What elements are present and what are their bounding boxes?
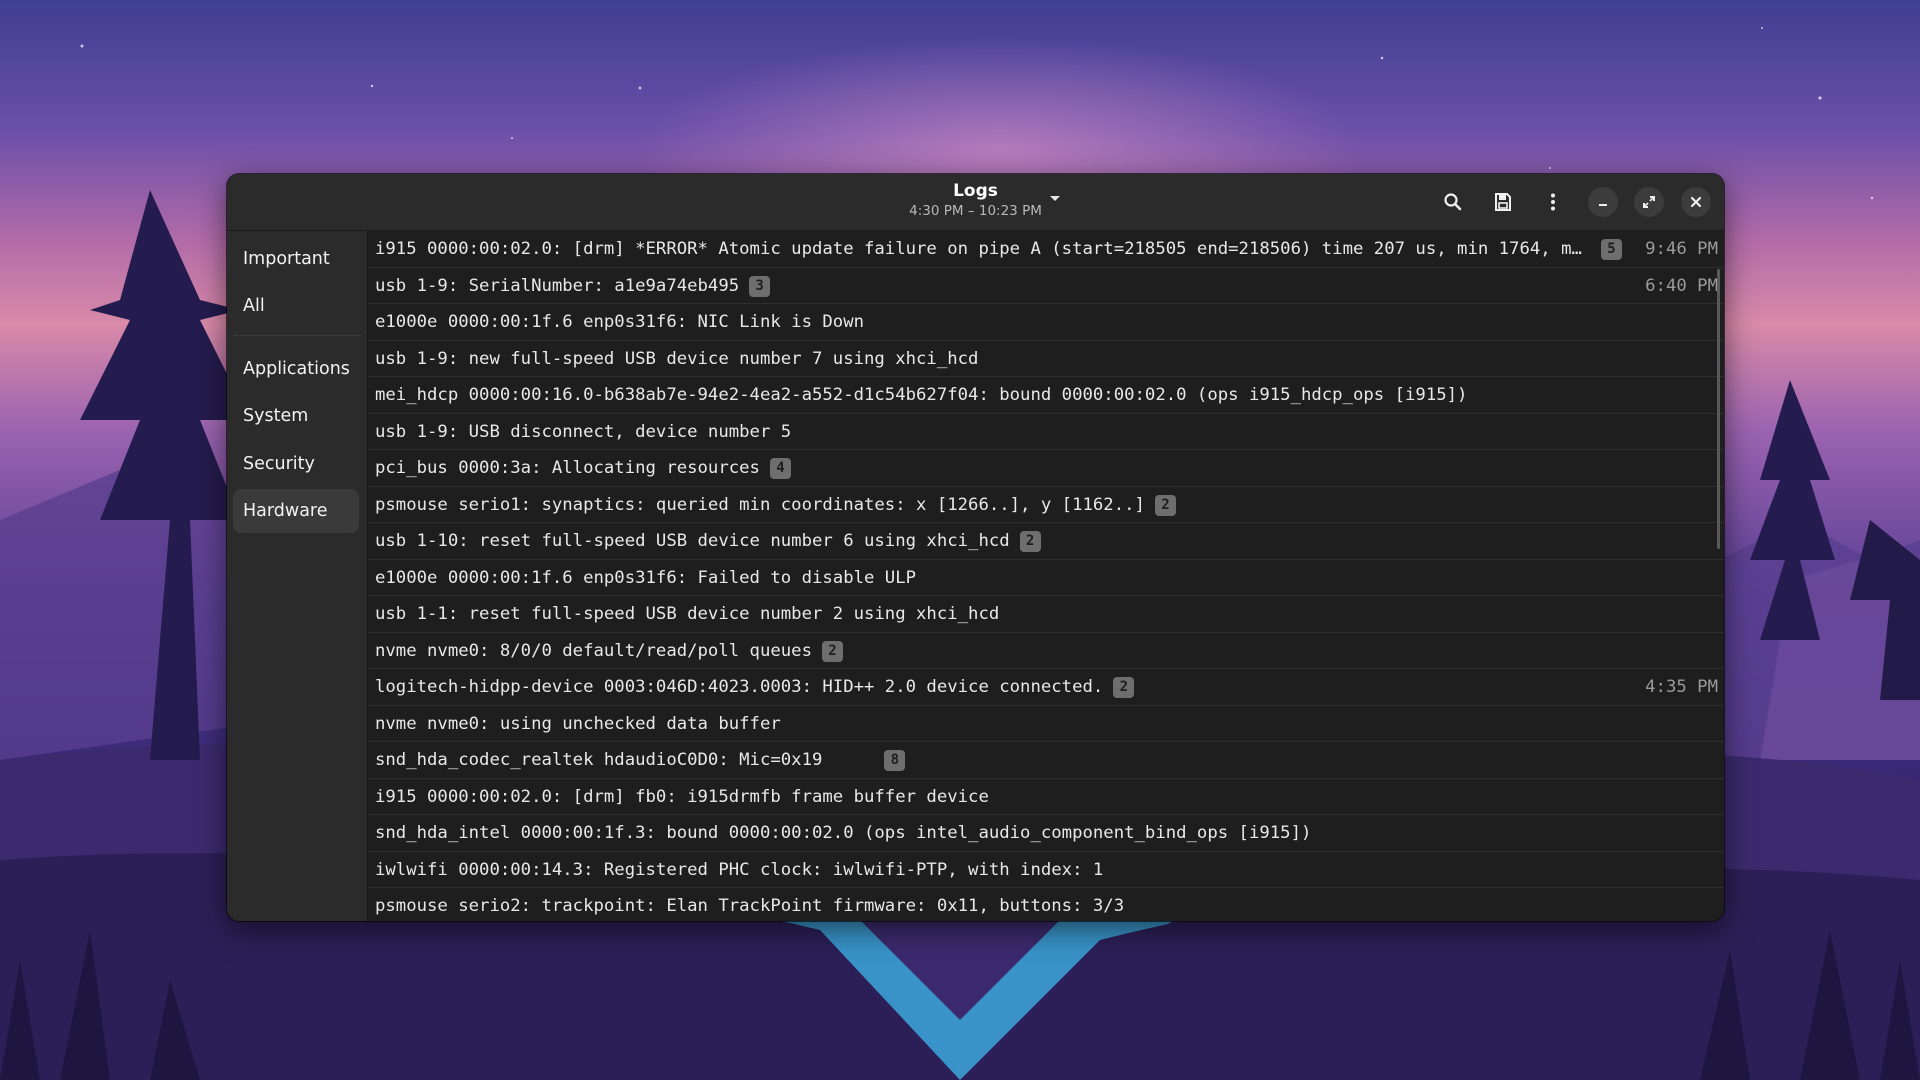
log-row[interactable]: nvme nvme0: using unchecked data buffer <box>368 706 1724 742</box>
minimize-icon[interactable] <box>1588 187 1618 217</box>
search-icon[interactable] <box>1438 187 1468 217</box>
log-message: psmouse serio1: synaptics: queried min c… <box>375 494 1145 515</box>
log-message: mei_hdcp 0000:00:16.0-b638ab7e-94e2-4ea2… <box>375 385 1468 405</box>
log-row[interactable]: snd_hda_codec_realtek hdaudioC0D0: Mic=0… <box>368 742 1724 779</box>
log-row[interactable]: psmouse serio1: synaptics: queried min c… <box>368 487 1724 523</box>
log-row[interactable]: pci_bus 0000:3a: Allocating resources 4 <box>368 450 1724 487</box>
log-message: usb 1-1: reset full-speed USB device num… <box>375 604 1000 624</box>
sidebar-item-important[interactable]: Important <box>233 237 359 281</box>
log-message: snd_hda_codec_realtek hdaudioC0D0: Mic=0… <box>375 750 823 770</box>
log-row[interactable]: nvme nvme0: 8/0/0 default/read/poll queu… <box>368 633 1724 669</box>
repeat-count-badge: 8 <box>884 750 906 771</box>
log-message: logitech-hidpp-device 0003:046D:4023.000… <box>375 677 1104 697</box>
log-message: i915 0000:00:02.0: [drm] fb0: i915drmfb … <box>375 786 989 807</box>
log-message: usb 1-9: SerialNumber: a1e9a74eb495 <box>375 275 740 296</box>
log-message: nvme nvme0: using unchecked data buffer <box>375 713 781 734</box>
log-message: snd_hda_intel 0000:00:1f.3: bound 0000:0… <box>375 823 1312 843</box>
logs-window: Logs 4:30 PM – 10:23 PM Important All Ap… <box>227 174 1724 921</box>
log-message: iwlwifi 0000:00:14.3: Registered PHC clo… <box>375 859 1104 880</box>
log-row[interactable]: e1000e 0000:00:1f.6 enp0s31f6: NIC Link … <box>368 304 1724 341</box>
repeat-count-badge: 2 <box>1019 531 1041 552</box>
save-icon[interactable] <box>1488 187 1518 217</box>
log-row[interactable]: usb 1-10: reset full-speed USB device nu… <box>368 523 1724 560</box>
sidebar-item-security[interactable]: Security <box>233 442 359 486</box>
sidebar-item-all[interactable]: All <box>233 284 359 328</box>
log-message: usb 1-9: new full-speed USB device numbe… <box>375 348 979 369</box>
chevron-down-icon[interactable] <box>1045 192 1065 212</box>
scrollbar[interactable] <box>1717 269 1720 549</box>
log-message: psmouse serio2: trackpoint: Elan TrackPo… <box>375 896 1125 916</box>
sidebar: Important All Applications System Securi… <box>227 231 367 921</box>
log-row[interactable]: i915 0000:00:02.0: [drm] fb0: i915drmfb … <box>368 779 1724 815</box>
log-row[interactable]: psmouse serio2: trackpoint: Elan TrackPo… <box>368 888 1724 921</box>
log-timestamp: 6:40 PM <box>1645 275 1718 296</box>
log-message: e1000e 0000:00:1f.6 enp0s31f6: NIC Link … <box>375 312 864 332</box>
log-message: pci_bus 0000:3a: Allocating resources <box>375 458 760 478</box>
log-timestamp: 4:35 PM <box>1645 677 1718 697</box>
log-row[interactable]: usb 1-1: reset full-speed USB device num… <box>368 596 1724 633</box>
sidebar-item-applications[interactable]: Applications <box>233 347 359 391</box>
repeat-count-badge: 2 <box>1113 677 1135 698</box>
log-message: i915 0000:00:02.0: [drm] *ERROR* Atomic … <box>375 239 1591 259</box>
log-row[interactable]: snd_hda_intel 0000:00:1f.3: bound 0000:0… <box>368 815 1724 852</box>
repeat-count-badge: 5 <box>1601 239 1622 260</box>
repeat-count-badge: 2 <box>1154 494 1176 516</box>
header-bar: Logs 4:30 PM – 10:23 PM <box>227 174 1724 231</box>
sidebar-separator <box>233 335 361 336</box>
log-list: i915 0000:00:02.0: [drm] *ERROR* Atomic … <box>368 231 1724 921</box>
maximize-icon[interactable] <box>1634 187 1664 217</box>
log-row[interactable]: i915 0000:00:02.0: [drm] *ERROR* Atomic … <box>368 231 1724 268</box>
log-row[interactable]: usb 1-9: new full-speed USB device numbe… <box>368 341 1724 377</box>
repeat-count-badge: 4 <box>769 458 791 479</box>
kebab-menu-icon[interactable] <box>1538 187 1568 217</box>
log-message: usb 1-10: reset full-speed USB device nu… <box>375 531 1010 551</box>
log-row[interactable]: usb 1-9: USB disconnect, device number 5 <box>368 414 1724 450</box>
log-message: e1000e 0000:00:1f.6 enp0s31f6: Failed to… <box>375 567 917 588</box>
log-row[interactable]: usb 1-9: SerialNumber: a1e9a74eb495 3 6:40… <box>368 268 1724 304</box>
sidebar-item-system[interactable]: System <box>233 394 359 438</box>
log-row[interactable]: e1000e 0000:00:1f.6 enp0s31f6: Failed to… <box>368 560 1724 596</box>
log-row[interactable]: logitech-hidpp-device 0003:046D:4023.000… <box>368 669 1724 706</box>
log-row[interactable]: mei_hdcp 0000:00:16.0-b638ab7e-94e2-4ea2… <box>368 377 1724 414</box>
repeat-count-badge: 2 <box>821 640 843 662</box>
repeat-count-badge: 3 <box>749 275 771 297</box>
sidebar-item-hardware[interactable]: Hardware <box>233 489 359 533</box>
log-row[interactable]: iwlwifi 0000:00:14.3: Registered PHC clo… <box>368 852 1724 888</box>
log-message: nvme nvme0: 8/0/0 default/read/poll queu… <box>375 640 812 661</box>
log-message: usb 1-9: USB disconnect, device number 5 <box>375 421 792 442</box>
close-icon[interactable] <box>1681 187 1711 217</box>
log-timestamp: 9:46 PM <box>1645 239 1718 259</box>
